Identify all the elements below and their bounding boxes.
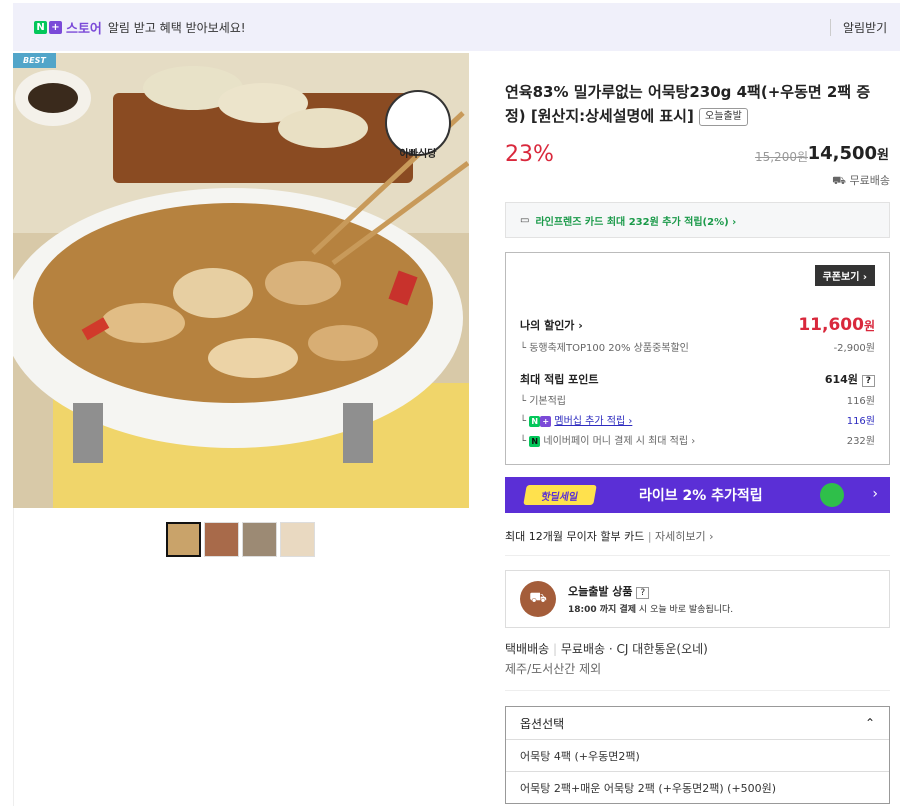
card-icon: ▭ [520,214,530,226]
notify-button[interactable]: 알림받기 [830,19,900,36]
promo-amount: -2,900원 [833,343,875,354]
plus-icon: + [49,20,62,34]
truck-icon: ⛟ [832,174,850,187]
option-header[interactable]: 옵션선택 ⌃ [506,707,889,739]
shipping-info: ⛟ 무료배송 [832,172,890,189]
brand-logo-text: 아빠식당 [399,149,437,160]
chevron-right-icon: › [872,486,878,502]
deadline-time: 18:00 까지 결제 [568,605,637,615]
live-benefit-banner[interactable]: 핫딜세일 라이브 2% 추가적립 › [505,477,890,513]
npay-points-text[interactable]: 네이버페이 머니 결제 시 최대 적립 › [543,436,695,447]
thumbnail[interactable] [242,522,277,557]
delivery-exclude: 제주/도서산간 제외 [505,662,602,676]
points-value: 614원 [824,373,858,386]
delivery-info: 택배배송 | 무료배송 · CJ 대한통운(오네) [505,642,708,656]
npay-points-label[interactable]: └ N 네이버페이 머니 결제 시 최대 적립 › [520,432,695,447]
option-header-label: 옵션선택 [520,716,565,731]
plus-icon: + [540,416,552,427]
points-label: 최대 적립 포인트 [520,373,599,386]
installment-detail-link[interactable]: 자세히보기 › [655,530,714,543]
member-points-label[interactable]: └ N + 멤버십 추가 적립 › [520,412,632,427]
member-points-value: 116원 [846,416,875,427]
chevron-up-icon: ⌃ [864,716,875,730]
divider [505,555,890,556]
benefit-box: 쿠폰보기 › 나의 할인가 › 11,600원 └ 동행축제TOP100 20%… [505,252,890,465]
member-points-link[interactable]: 멤버십 추가 적립 › [554,416,632,427]
basic-points-label-text: 기본적립 [529,396,567,407]
live-mascot-icon [820,483,844,507]
naver-n-icon: N [529,416,541,427]
thumbnail[interactable] [280,522,315,557]
best-badge: BEST [13,53,56,68]
promo-label: └ 동행축제TOP100 20% 상품중복할인 [520,343,689,354]
notification-banner[interactable]: N + 스토어 알림 받고 혜택 받아보세요! 알림받기 [13,3,900,51]
card-benefit-text: 라인프렌즈 카드 최대 232원 추가 적립(2%) › [535,216,737,228]
product-title: 연육83% 밀가루없는 어묵탕230g 4팩(+우동면 2팩 증정) [원산지:… [505,80,890,128]
sale-price: 14,500원 [808,143,889,164]
delivery-fee: 무료배송 [560,642,606,656]
original-price: 15,200원 [754,150,808,164]
installment-info: 최대 12개월 무이자 할부 카드 | 자세히보기 › [505,530,714,543]
naver-n-icon: N [34,20,47,34]
today-shipping-box: ⛟ 오늘출발 상품 ? 18:00 까지 결제 시 오늘 바로 발송됩니다. [505,570,890,628]
store-label: 스토어 [66,21,102,37]
banner-message: 알림 받고 혜택 받아보세요! [107,20,246,35]
npay-icon: N [529,436,541,447]
sale-price-value: 14,500 [807,143,878,164]
delivery-truck-icon: ⛟ [520,581,556,617]
live-benefit-text: 라이브 2% 추가적립 [639,488,763,504]
today-desc: 18:00 까지 결제 시 오늘 바로 발송됩니다. [568,602,733,615]
my-price-unit: 원 [863,319,875,333]
today-title-group: 오늘출발 상품 ? [568,583,650,599]
coupon-button[interactable]: 쿠폰보기 › [814,265,875,286]
thumbnail-strip [166,522,315,557]
basic-points-label: └ 기본적립 [520,396,567,407]
today-title: 오늘출발 상품 [568,585,633,598]
today-desc-text: 시 오늘 바로 발송됩니다. [638,605,734,615]
naver-plus-badge: N + [34,20,62,34]
card-benefit-banner[interactable]: ▭ 라인프렌즈 카드 최대 232원 추가 적립(2%) › [505,202,890,238]
thumbnail[interactable] [204,522,239,557]
basic-points-value: 116원 [846,396,875,407]
shipping-text: 무료배송 [849,174,890,187]
delivery-type: 택배배송 [505,642,550,656]
thumbnail[interactable] [166,522,201,557]
installment-text: 최대 12개월 무이자 할부 카드 [505,530,645,543]
live-deal-logo: 핫딜세일 [523,485,597,505]
product-main-image: BEST 아빠식당 [13,53,469,508]
my-price: 11,600원 [798,315,875,335]
points-value-group: 614원 ? [825,371,875,387]
divider [505,690,890,691]
my-price-label[interactable]: 나의 할인가 › [520,317,583,333]
today-ship-tag: 오늘출발 [699,108,748,126]
help-icon[interactable]: ? [861,375,875,387]
help-icon[interactable]: ? [636,587,650,599]
delivery-carrier: CJ 대한통운(오네) [616,642,708,656]
food-photo [13,53,469,508]
option-item[interactable]: 어묵탕 2팩+매운 어묵탕 2팩 (+우동면2팩) (+500원) [506,771,889,803]
divider [13,508,14,806]
product-title-text: 연육83% 밀가루없는 어묵탕230g 4팩(+우동면 2팩 증정) [원산지:… [505,83,871,125]
option-select[interactable]: 옵션선택 ⌃ 어묵탕 4팩 (+우동면2팩) 어묵탕 2팩+매운 어묵탕 2팩 … [505,706,890,804]
npay-points-value: 232원 [846,436,875,447]
price-unit: 원 [877,148,889,163]
my-price-value: 11,600 [798,315,864,335]
promo-label-text: 동행축제TOP100 20% 상품중복할인 [529,343,689,354]
discount-rate: 23% [505,142,554,167]
option-item[interactable]: 어묵탕 4팩 (+우동면2팩) [506,739,889,771]
